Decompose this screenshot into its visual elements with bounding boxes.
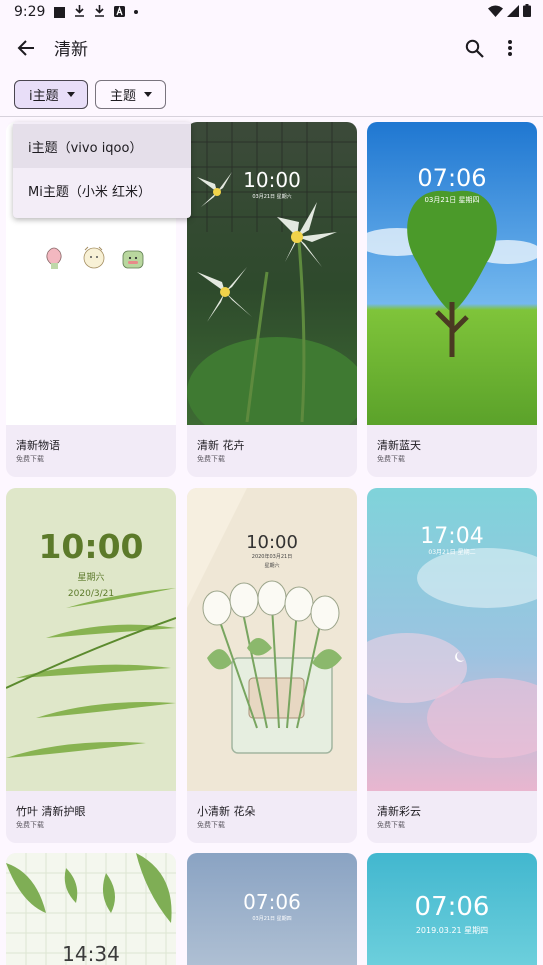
divider <box>0 116 543 117</box>
theme-title: 小清新 花朵 <box>197 805 256 818</box>
theme-subtitle: 免费下载 <box>16 821 44 829</box>
theme-thumbnail: 10:00 星期六 2020/3/21 <box>6 488 176 791</box>
lockscreen-clock: 17:04 <box>420 524 483 549</box>
theme-thumbnail: 07:06 03月21日 星期四 <box>187 853 357 965</box>
theme-card[interactable]: 07:06 03月21日 星期四 清新蓝天 免费下载 <box>367 122 537 477</box>
theme-thumbnail: 17:04 03月21日 星期二 <box>367 488 537 791</box>
menu-item-itheme[interactable]: i主题（vivo iqoo） <box>13 124 191 168</box>
lockscreen-date: 2020年03月21日 <box>252 553 292 560</box>
font-app-icon <box>114 4 126 20</box>
theme-thumbnail: 10:00 03月21日 星期六 <box>187 122 357 425</box>
dropdown-arrow-icon <box>66 92 75 97</box>
theme-subtitle: 免费下载 <box>377 455 405 463</box>
filter-chip-theme[interactable]: 主题 <box>95 80 166 109</box>
signal-icon <box>507 4 519 20</box>
filter-chip-label: i主题 <box>29 89 59 104</box>
lockscreen-clock: 07:06 <box>243 890 301 914</box>
arrow-back-icon <box>17 40 34 56</box>
lockscreen-clock: 10:00 <box>38 527 143 566</box>
lockscreen-date: 03月21日 星期二 <box>428 548 475 556</box>
lockscreen-date: 星期六 <box>264 562 279 569</box>
dropdown-arrow-icon <box>144 92 153 97</box>
status-bar: 9:29 <box>0 0 543 24</box>
theme-card[interactable]: 07:06 03月21日 星期四 <box>187 853 357 965</box>
notification-square-icon <box>54 6 66 18</box>
dot-icon <box>134 10 139 14</box>
theme-card[interactable]: 10:00 2020年03月21日 星期六 小清新 花朵 免费下载 <box>187 488 357 843</box>
filter-chip-label: 主题 <box>110 89 137 104</box>
battery-icon <box>523 4 531 20</box>
theme-subtitle: 免费下载 <box>197 455 225 463</box>
lockscreen-clock: 07:06 <box>417 164 486 192</box>
theme-card[interactable]: 07:06 2019.03.21 星期四 <box>367 853 537 965</box>
search-button[interactable] <box>460 34 488 62</box>
theme-subtitle: 免费下载 <box>197 821 225 829</box>
lockscreen-clock: 07:06 <box>415 892 490 922</box>
theme-thumbnail: 07:06 2019.03.21 星期四 <box>367 853 537 965</box>
lockscreen-clock: 14:34 <box>62 942 120 965</box>
theme-title: 清新蓝天 <box>377 439 421 452</box>
page-title: 清新 <box>54 40 88 60</box>
theme-title: 竹叶 清新护眼 <box>16 805 86 818</box>
theme-title: 清新 花卉 <box>197 439 245 452</box>
theme-card[interactable]: 10:00 03月21日 星期六 清新 花卉 免费下载 <box>187 122 357 477</box>
filter-chip-itheme[interactable]: i主题 <box>14 80 88 109</box>
download-icon <box>74 4 85 20</box>
wifi-icon <box>488 4 503 20</box>
top-app-bar: 清新 <box>0 24 543 70</box>
status-time: 9:29 <box>14 4 46 20</box>
theme-title: 清新彩云 <box>377 805 421 818</box>
lockscreen-date: 星期六 <box>77 571 104 583</box>
lockscreen-date: 03月21日 星期四 <box>424 196 479 204</box>
lockscreen-date: 2020/3/21 <box>68 589 114 599</box>
theme-card[interactable]: 17:04 03月21日 星期二 清新彩云 免费下载 <box>367 488 537 843</box>
lockscreen-date: 03月21日 星期六 <box>252 193 291 200</box>
theme-thumbnail: 07:06 03月21日 星期四 <box>367 122 537 425</box>
lockscreen-date: 03月21日 星期四 <box>252 916 291 922</box>
theme-card[interactable]: 14:34 <box>6 853 176 965</box>
theme-thumbnail: 14:34 <box>6 853 176 965</box>
menu-item-label: i主题（vivo iqoo） <box>28 140 143 156</box>
back-button[interactable] <box>12 34 40 62</box>
theme-thumbnail: 10:00 2020年03月21日 星期六 <box>187 488 357 791</box>
more-options-button[interactable] <box>498 34 522 62</box>
theme-source-dropdown-menu: i主题（vivo iqoo） Mi主题（小米 红米） <box>13 122 191 218</box>
lockscreen-date: 2019.03.21 星期四 <box>416 926 488 935</box>
theme-subtitle: 免费下载 <box>16 455 44 463</box>
menu-item-label: Mi主题（小米 红米） <box>28 184 151 200</box>
download-icon <box>94 4 105 20</box>
menu-item-mitheme[interactable]: Mi主题（小米 红米） <box>13 168 191 212</box>
theme-card[interactable]: 10:00 星期六 2020/3/21 竹叶 清新护眼 免费下载 <box>6 488 176 843</box>
lockscreen-clock: 10:00 <box>246 532 298 553</box>
theme-subtitle: 免费下载 <box>377 821 405 829</box>
theme-title: 清新物语 <box>16 439 60 452</box>
more-vert-icon <box>508 40 512 56</box>
lockscreen-clock: 10:00 <box>243 168 301 192</box>
search-icon <box>465 39 484 58</box>
